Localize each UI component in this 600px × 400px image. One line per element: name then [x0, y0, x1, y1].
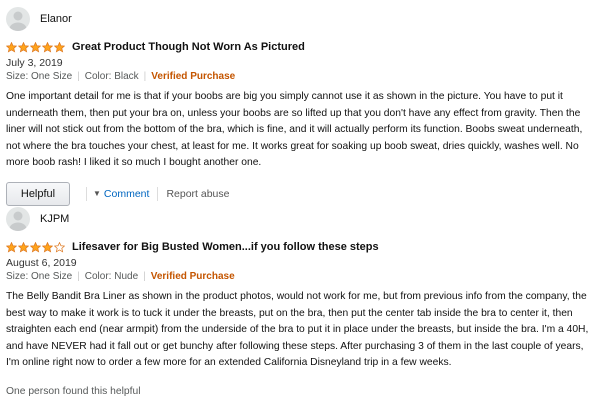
color-label[interactable]: Color: Black	[85, 70, 139, 84]
verified-purchase-badge[interactable]: Verified Purchase	[151, 270, 235, 284]
star-filled-icon	[42, 241, 53, 253]
star-filled-icon	[6, 41, 17, 53]
review-title[interactable]: Lifesaver for Big Busted Women...if you …	[72, 241, 379, 253]
action-divider	[86, 186, 87, 201]
meta-divider: |	[77, 271, 80, 282]
star-filled-icon	[54, 41, 65, 53]
reviewer-profile[interactable]: Elanor	[6, 6, 594, 32]
star-filled-icon	[42, 41, 53, 53]
default-avatar-icon	[9, 211, 27, 231]
avatar[interactable]	[6, 7, 30, 31]
review-date: July 3, 2019	[6, 57, 63, 69]
size-label[interactable]: Size: One Size	[6, 70, 72, 84]
star-filled-icon	[30, 41, 41, 53]
report-abuse-link[interactable]: Report abuse	[166, 188, 229, 200]
reviewer-name[interactable]: Elanor	[40, 13, 72, 25]
review-actions: Helpful ▼ Comment Report abuse	[6, 181, 594, 206]
star-rating	[6, 41, 66, 53]
reviewer-name[interactable]: KJPM	[40, 213, 69, 225]
review-card: KJPM Lifesaver for Big Busted Women...if…	[6, 206, 594, 397]
star-filled-icon	[18, 241, 29, 253]
avatar[interactable]	[6, 207, 30, 231]
star-filled-icon	[30, 241, 41, 253]
chevron-down-icon: ▼	[93, 189, 101, 199]
meta-divider: |	[143, 271, 146, 282]
size-label[interactable]: Size: One Size	[6, 270, 72, 284]
color-label[interactable]: Color: Nude	[85, 270, 138, 284]
helpful-button[interactable]: Helpful	[6, 181, 70, 206]
review-date: August 6, 2019	[6, 257, 77, 269]
star-filled-icon	[6, 241, 17, 253]
meta-divider: |	[143, 71, 147, 82]
star-rating	[6, 241, 66, 253]
helpful-count: One person found this helpful	[6, 385, 141, 397]
review-title[interactable]: Great Product Though Not Worn As Picture…	[72, 41, 305, 53]
comment-link[interactable]: ▼ Comment	[93, 188, 149, 200]
review-card: Elanor Great Product Though Not Worn As …	[6, 6, 594, 206]
reviewer-profile[interactable]: KJPM	[6, 206, 594, 232]
review-meta: Size: One Size | Color: Black | Verified…	[6, 70, 594, 84]
star-filled-icon	[18, 41, 29, 53]
verified-purchase-badge[interactable]: Verified Purchase	[151, 70, 235, 84]
action-divider	[157, 186, 159, 201]
review-meta: Size: One Size | Color: Nude | Verified …	[6, 270, 594, 284]
review-body: The Belly Bandit Bra Liner as shown in t…	[6, 291, 589, 369]
comment-label: Comment	[103, 187, 150, 200]
default-avatar-icon	[9, 11, 27, 31]
review-body: One important detail for me is that if y…	[6, 91, 583, 169]
meta-divider: |	[77, 71, 80, 82]
star-empty-icon	[54, 241, 65, 253]
